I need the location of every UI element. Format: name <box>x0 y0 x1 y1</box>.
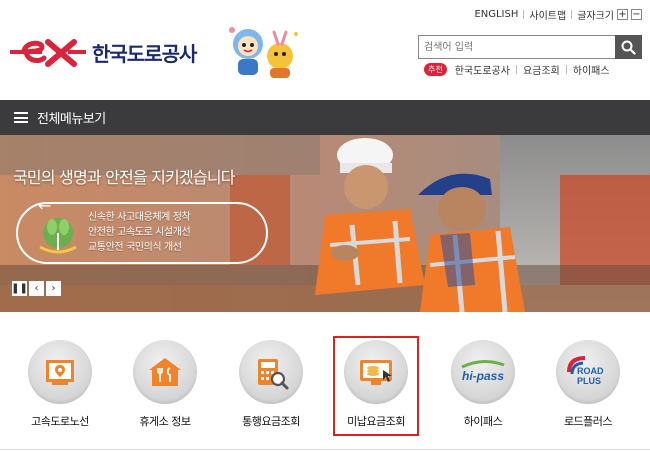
quick-item-label: 고속도로노선 <box>31 415 89 428</box>
quick-item-label: 미납요금조회 <box>347 415 405 428</box>
font-size-label: 글자크기 <box>577 11 614 22</box>
sitemap-link[interactable]: 사이트맵 <box>529 7 566 22</box>
search-icon <box>621 40 636 55</box>
hamburger-icon <box>14 112 28 123</box>
banner-line: 교통안전 국민의식 개선 <box>88 242 182 253</box>
banner-text: 신속한 사고대응체계 정착 안전한 고속도로 시설개선 교통안전 국민의식 개선 <box>88 210 191 255</box>
svg-text:hi-pass: hi-pass <box>462 369 504 383</box>
divider <box>0 449 650 450</box>
quick-item-circle <box>133 340 197 404</box>
arrow-left-icon: ← <box>38 196 52 215</box>
recommended-keyword[interactable]: 요금조회 <box>523 62 560 77</box>
english-link[interactable]: ENGLISH <box>474 9 518 20</box>
banner-line: 안전한 고속도로 시설개선 <box>88 227 191 238</box>
quick-item-circle <box>28 340 92 404</box>
roadplus-logo-icon: ROAD PLUS <box>567 356 604 386</box>
recommended-keyword[interactable]: 한국도로공사 <box>455 62 510 77</box>
main-banner[interactable]: 국민의 생명과 안전을 지키겠습니다 ← 신속한 사고대응체계 정착 안전한 고… <box>0 135 650 312</box>
utility-links: ENGLISH 사이트맵 글자크기 + − <box>474 7 642 22</box>
banner-line: 신속한 사고대응체계 정착 <box>88 212 191 223</box>
quick-item-route[interactable]: 고속도로노선 <box>15 340 105 429</box>
hipass-logo-icon: hi-pass <box>461 360 505 383</box>
quick-item-label: 로드플러스 <box>563 415 613 428</box>
quick-item-toll[interactable]: 통행요금조회 <box>226 340 316 429</box>
quick-item-unpaid[interactable]: 미납요금조회 <box>333 336 419 436</box>
recommended-keyword[interactable]: 하이패스 <box>573 62 610 77</box>
banner-controls: ❚❚ ‹ › <box>11 281 61 296</box>
logo[interactable]: 한국도로공사 <box>8 32 197 72</box>
quick-item-restarea[interactable]: 휴게소 정보 <box>120 340 210 429</box>
monitor-coins-icon <box>360 360 392 385</box>
recommended-keywords: 추천 한국도로공사 요금조회 하이패스 <box>424 62 610 77</box>
quick-item-circle: ROAD PLUS <box>556 340 620 404</box>
quick-item-circle <box>239 340 303 404</box>
search-box <box>418 35 642 59</box>
recommended-badge: 추천 <box>424 63 447 76</box>
font-size-plus-button[interactable]: + <box>617 9 628 20</box>
divider <box>515 65 517 74</box>
mascot-icon <box>229 27 298 78</box>
quick-item-roadplus[interactable]: ROAD PLUS 로드플러스 <box>543 340 633 429</box>
pause-button[interactable]: ❚❚ <box>11 281 28 296</box>
prev-button[interactable]: ‹ <box>29 281 44 296</box>
search-button[interactable] <box>615 35 642 59</box>
ex-logo-icon <box>10 39 86 67</box>
quick-item-label: 통행요금조회 <box>242 415 300 428</box>
quick-item-circle <box>344 340 408 404</box>
brand-name: 한국도로공사 <box>92 41 197 66</box>
quick-item-label: 하이패스 <box>463 415 503 428</box>
divider <box>571 10 573 19</box>
next-button[interactable]: › <box>46 281 61 296</box>
font-size-minus-button[interactable]: − <box>631 9 642 20</box>
map-pin-icon <box>46 360 74 385</box>
quick-item-circle: hi-pass <box>451 340 515 404</box>
svg-text:PLUS: PLUS <box>577 376 601 386</box>
header: ENGLISH 사이트맵 글자크기 + − 한국도로공사 검색어 입력 추천 한… <box>0 0 650 100</box>
quick-item-hipass[interactable]: hi-pass 하이패스 <box>438 340 528 429</box>
divider <box>523 10 525 19</box>
quick-menu: 고속도로노선 휴게소 정보 통행요금조회 미납요금조회 hi-pass 하이패스… <box>0 312 650 451</box>
banner-headline: 국민의 생명과 안전을 지키겠습니다 <box>13 168 235 187</box>
quick-item-label: 휴게소 정보 <box>139 415 191 428</box>
restaurant-icon <box>149 358 181 386</box>
full-menu-button[interactable]: 전체메뉴보기 <box>0 100 650 135</box>
divider <box>565 65 567 74</box>
svg-text:ROAD: ROAD <box>577 366 604 376</box>
full-menu-label: 전체메뉴보기 <box>37 112 106 127</box>
search-input[interactable] <box>418 35 615 59</box>
calculator-search-icon <box>258 359 289 390</box>
